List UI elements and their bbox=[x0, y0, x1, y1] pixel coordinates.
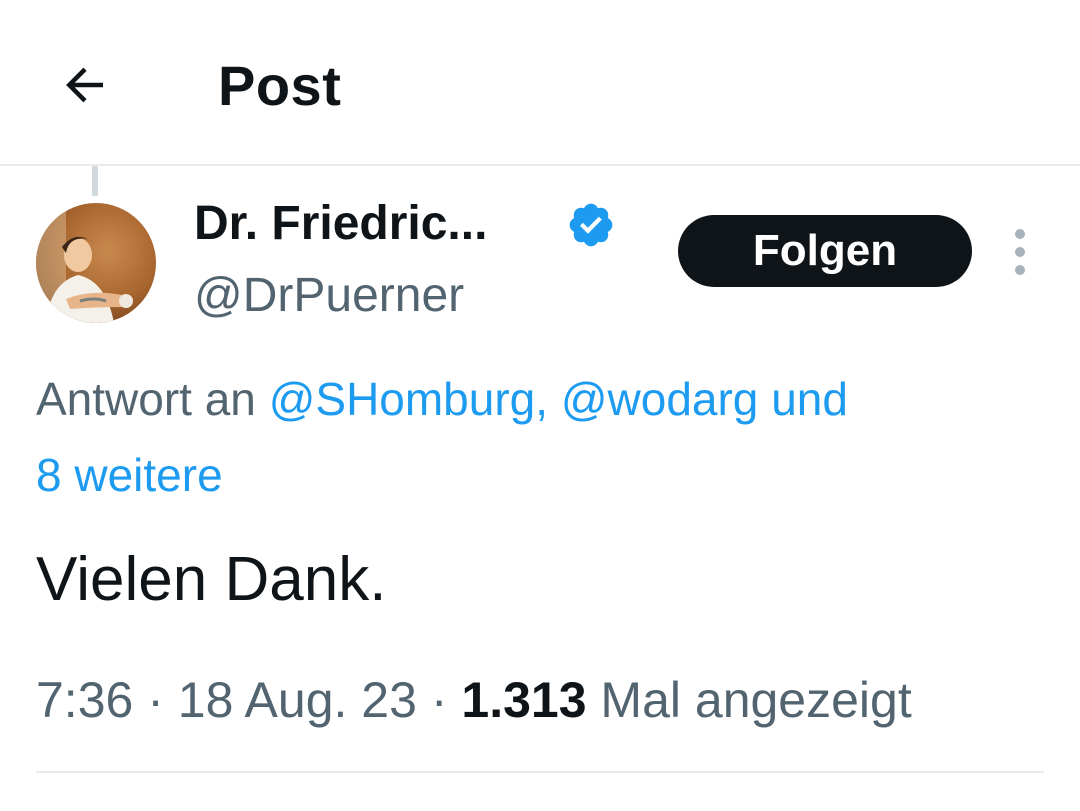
tweet-meta: 7:36 · 18 Aug. 23 · 1.313 Mal angezeigt bbox=[36, 665, 912, 735]
follow-button[interactable]: Folgen bbox=[678, 215, 972, 287]
views-count: 1.313 bbox=[461, 672, 587, 728]
profile-photo bbox=[36, 203, 156, 323]
tweet-time[interactable]: 7:36 bbox=[36, 672, 133, 728]
author-display-name[interactable]: Dr. Friedric... bbox=[194, 192, 487, 256]
meta-separator: · bbox=[430, 672, 448, 728]
arrow-left-icon bbox=[66, 67, 103, 103]
thread-connector-line bbox=[92, 166, 98, 196]
views-label: Mal angezeigt bbox=[600, 672, 912, 728]
back-button[interactable] bbox=[52, 52, 118, 118]
tweet-date[interactable]: 18 Aug. 23 bbox=[178, 672, 417, 728]
meta-separator: · bbox=[147, 672, 164, 728]
mention-link[interactable]: @SHomburg, bbox=[269, 373, 548, 425]
author-handle[interactable]: @DrPuerner bbox=[194, 266, 464, 326]
page-title: Post bbox=[218, 54, 342, 117]
reply-context: Antwort an @SHomburg, @wodarg und bbox=[36, 360, 1080, 438]
divider bbox=[36, 771, 1044, 773]
tweet-text: Vielen Dank. bbox=[36, 545, 387, 614]
mention-link[interactable]: @wodarg bbox=[561, 373, 759, 425]
more-recipients-link[interactable]: 8 weitere bbox=[36, 436, 223, 514]
verified-badge-icon bbox=[569, 203, 613, 247]
top-app-bar: Post bbox=[0, 0, 1080, 166]
avatar[interactable] bbox=[36, 203, 156, 323]
reply-connector: und bbox=[771, 373, 848, 425]
more-vertical-icon[interactable] bbox=[1000, 225, 1040, 279]
reply-prefix: Antwort an bbox=[36, 373, 269, 425]
